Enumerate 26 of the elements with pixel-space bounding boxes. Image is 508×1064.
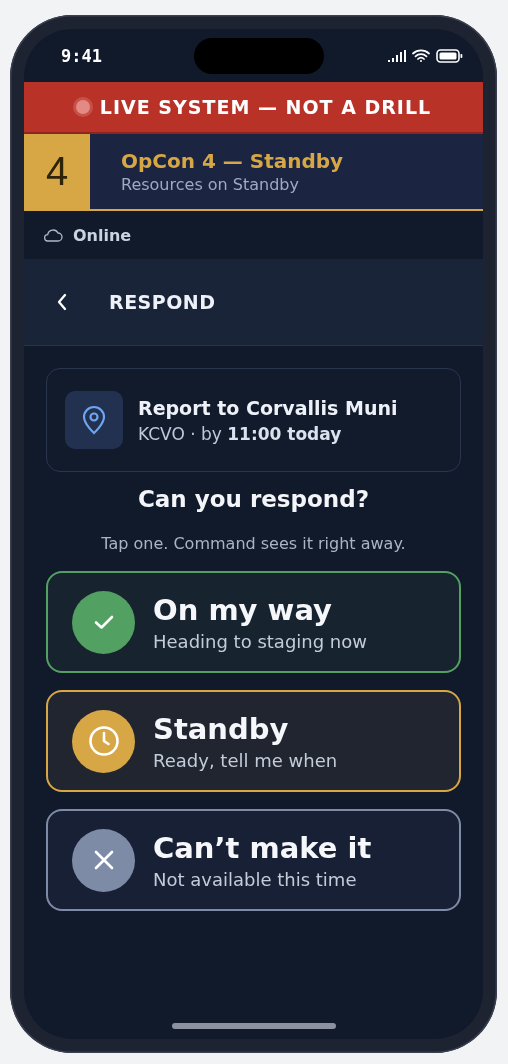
option-title: Standby — [153, 711, 290, 746]
location-pin-icon — [65, 391, 123, 449]
option-subtitle: Not available this time — [153, 868, 358, 890]
response-option[interactable]: Can’t make it Not available this time — [46, 809, 461, 911]
option-subtitle: Heading to staging now — [153, 630, 367, 652]
response-option[interactable]: On my way Heading to staging now — [46, 571, 461, 673]
alert-text: LIVE SYSTEM — NOT A DRILL — [99, 96, 432, 118]
assignment-detail: KCVO · by 11:00 today — [138, 423, 343, 444]
prompt-title: Can you respond? — [136, 486, 370, 512]
opcon-subtitle: Resources on Standby — [121, 175, 300, 194]
signal-icon — [388, 49, 406, 62]
prompt-hint: Tap one. Command sees it right away. — [100, 534, 407, 553]
wifi-icon — [412, 49, 430, 62]
screen-title: RESPOND — [109, 291, 216, 313]
opcon-title: OpCon 4 — Standby — [121, 149, 344, 173]
assignment-title: Report to Corvallis Muni — [138, 396, 398, 419]
opcon-level: 4 — [24, 134, 90, 209]
live-dot-icon — [75, 100, 90, 114]
option-title: On my way — [153, 592, 333, 627]
battery-icon — [436, 48, 463, 63]
option-title: Can’t make it — [153, 830, 372, 865]
status-time: 9:41 — [61, 45, 102, 66]
connection-status: Online — [73, 225, 132, 245]
option-subtitle: Ready, tell me when — [153, 749, 338, 771]
response-option[interactable]: Standby Ready, tell me when — [46, 690, 461, 792]
cloud-icon — [43, 228, 63, 242]
